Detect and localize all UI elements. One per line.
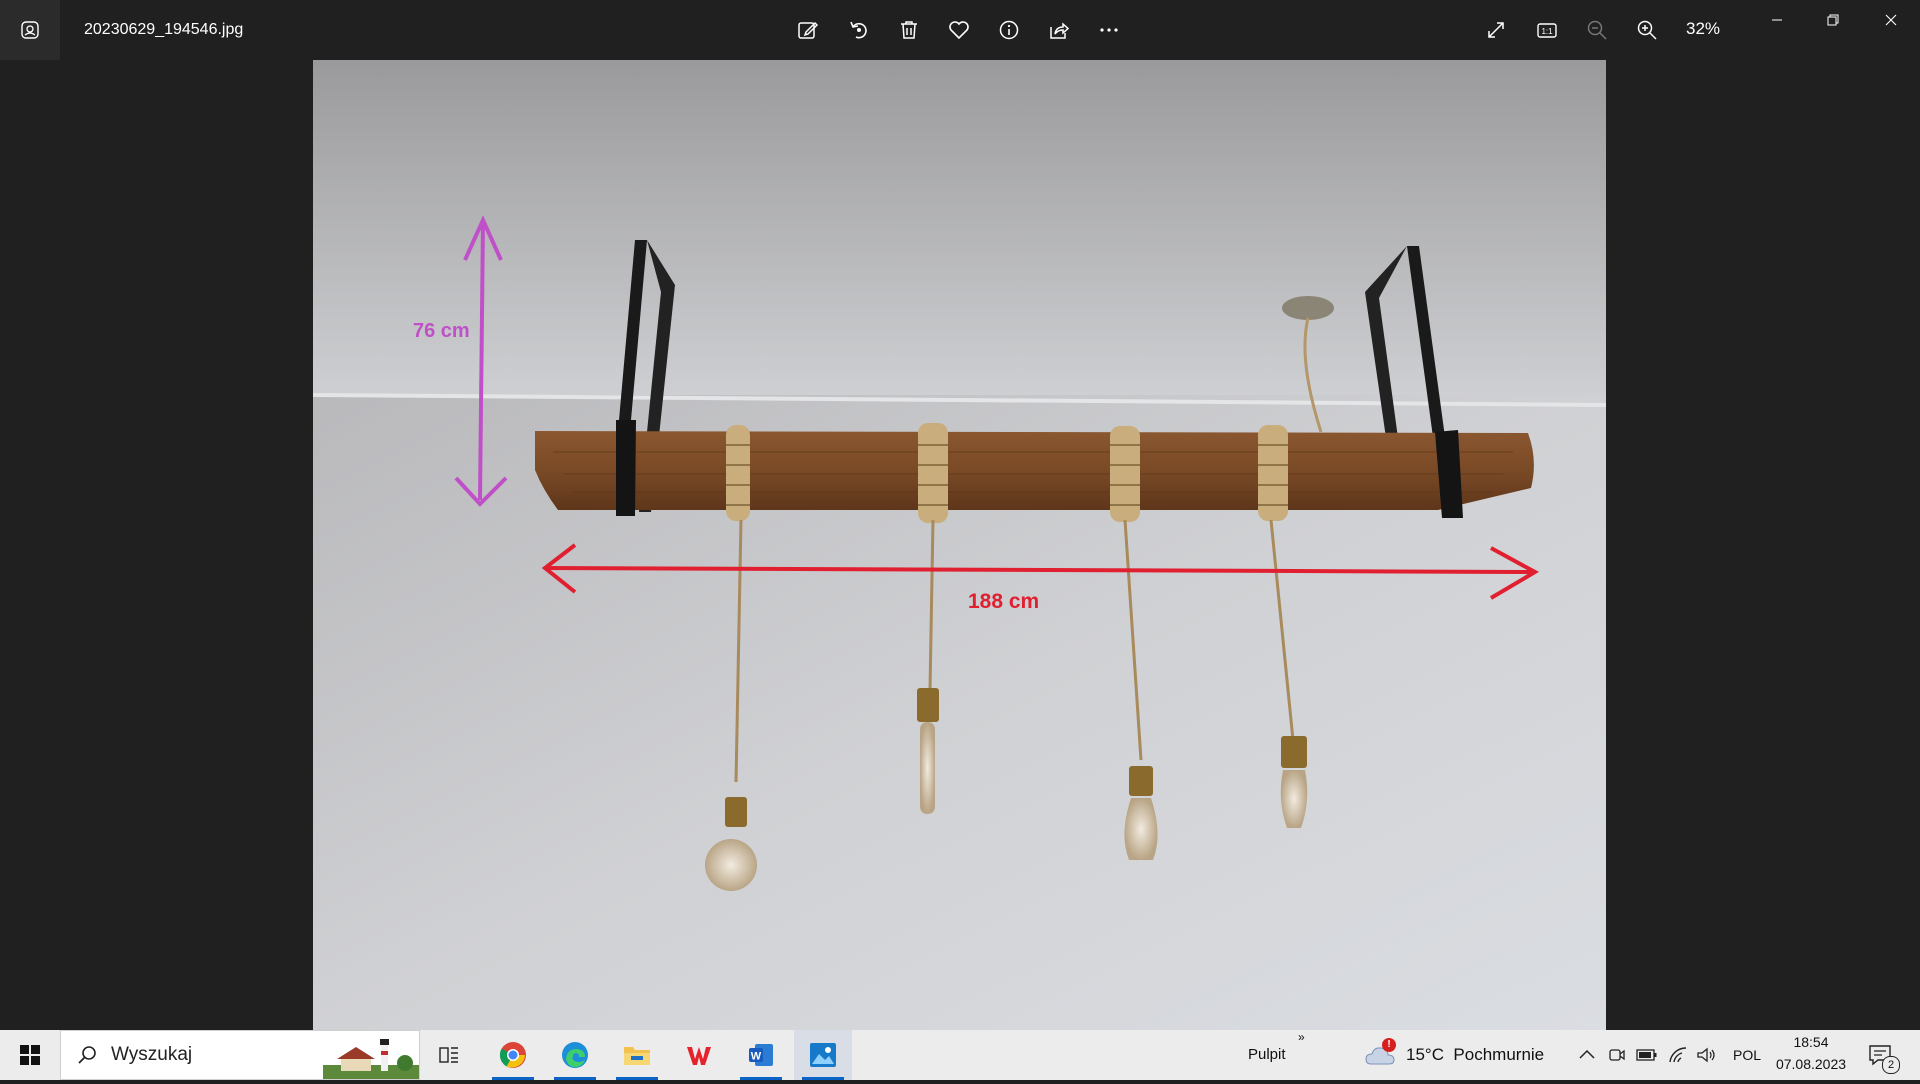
title-bar: 20230629_194546.jpg 1:1 32%: [0, 0, 1920, 60]
wps-office-icon[interactable]: [670, 1030, 728, 1080]
wifi-icon[interactable]: [1668, 1046, 1688, 1069]
fullscreen-icon[interactable]: [1476, 10, 1516, 50]
rope-wrap-1: [726, 425, 750, 521]
taskbar: Wyszukaj W Pulpit » ! 15°C Pochmurnie PO…: [0, 1030, 1920, 1080]
search-icon: [77, 1045, 97, 1070]
svg-text:W: W: [751, 1051, 762, 1063]
photos-icon[interactable]: [794, 1030, 852, 1080]
info-icon[interactable]: [989, 10, 1029, 50]
rope-wrap-4: [1258, 425, 1288, 521]
rotate-icon[interactable]: [839, 10, 879, 50]
rope-wrap-2: [918, 423, 948, 523]
delete-icon[interactable]: [889, 10, 929, 50]
minimize-button[interactable]: [1749, 0, 1805, 40]
restore-button[interactable]: [1805, 0, 1861, 40]
clock-time[interactable]: 18:54: [1776, 1034, 1846, 1050]
volume-icon[interactable]: [1696, 1046, 1716, 1069]
search-placeholder: Wyszukaj: [111, 1044, 193, 1065]
actual-size-icon[interactable]: 1:1: [1527, 10, 1567, 50]
edge-icon[interactable]: [546, 1030, 604, 1080]
clock-date[interactable]: 07.08.2023: [1770, 1056, 1852, 1072]
more-icon[interactable]: [1089, 10, 1129, 50]
meet-now-icon[interactable]: [1608, 1046, 1626, 1069]
share-icon[interactable]: [1039, 10, 1079, 50]
rope-wrap-3: [1110, 426, 1140, 522]
weather-text[interactable]: 15°C Pochmurnie: [1406, 1045, 1544, 1065]
task-view-icon[interactable]: [420, 1030, 478, 1080]
edit-icon[interactable]: [788, 10, 828, 50]
search-highlight-icon: [323, 1035, 419, 1084]
notification-count-badge: 2: [1882, 1056, 1900, 1074]
height-label: 76 cm: [413, 320, 470, 342]
favorite-icon[interactable]: [939, 10, 979, 50]
file-explorer-icon[interactable]: [608, 1030, 666, 1080]
wooden-beam: [535, 431, 1534, 510]
close-button[interactable]: [1863, 0, 1919, 40]
svg-text:1:1: 1:1: [1541, 27, 1553, 36]
photos-app-icon[interactable]: [0, 0, 60, 60]
zoom-out-icon[interactable]: [1577, 10, 1617, 50]
chevron-up-icon[interactable]: [1578, 1046, 1596, 1069]
desktop-toolbar-label[interactable]: Pulpit: [1248, 1046, 1286, 1063]
zoom-level[interactable]: 32%: [1686, 0, 1720, 60]
bulb-3: [1124, 766, 1158, 860]
language-indicator[interactable]: POL: [1733, 1047, 1761, 1063]
width-label: 188 cm: [968, 590, 1039, 613]
ceiling: [313, 60, 1606, 400]
chrome-icon[interactable]: [484, 1030, 542, 1080]
taskbar-search[interactable]: Wyszukaj: [60, 1030, 420, 1080]
start-button[interactable]: [0, 1030, 60, 1080]
word-icon[interactable]: W: [732, 1030, 790, 1080]
photo[interactable]: 76 cm 188 cm: [313, 60, 1606, 1030]
image-viewer: 76 cm 188 cm: [0, 60, 1920, 1030]
zoom-in-icon[interactable]: [1627, 10, 1667, 50]
weather-alert-badge: !: [1382, 1038, 1396, 1052]
bulb-4: [1280, 736, 1308, 828]
ceiling-rose: [1282, 296, 1334, 320]
chevron-right-icon[interactable]: »: [1298, 1030, 1305, 1044]
file-name: 20230629_194546.jpg: [84, 21, 244, 38]
battery-icon[interactable]: [1636, 1046, 1658, 1069]
